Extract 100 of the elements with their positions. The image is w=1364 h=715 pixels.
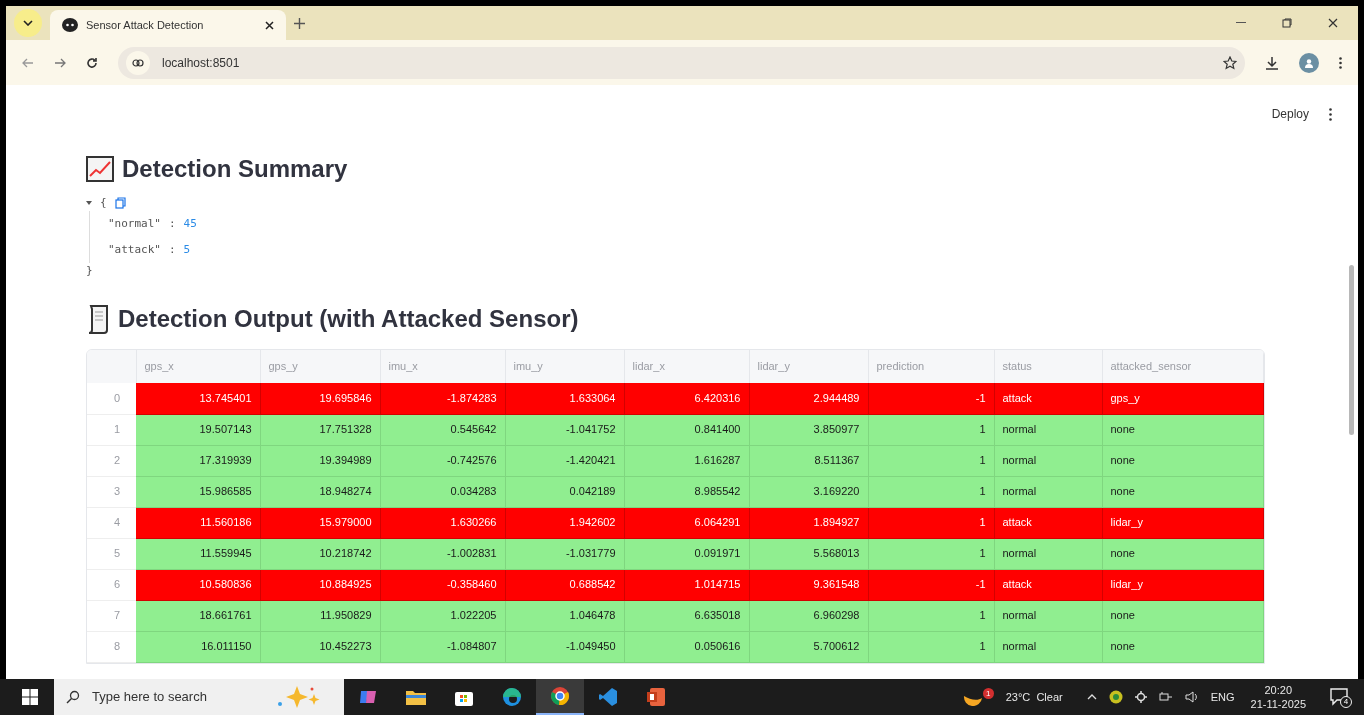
notification-center-icon[interactable]	[1330, 688, 1350, 706]
site-info-icon[interactable]	[132, 57, 144, 68]
table-cell: normal	[994, 476, 1102, 507]
tab-search-button[interactable]	[14, 9, 42, 37]
deploy-button[interactable]: Deploy	[1271, 105, 1309, 123]
copy-icon[interactable]	[114, 197, 126, 209]
close-icon[interactable]	[265, 20, 274, 30]
code-editor-icon[interactable]	[598, 687, 618, 707]
network-icon[interactable]	[1158, 691, 1173, 703]
table-cell: 1.616287	[624, 445, 749, 476]
table-cell: 1	[868, 600, 994, 631]
more-options-icon[interactable]	[1339, 56, 1342, 69]
table-cell: 1.014715	[624, 569, 749, 600]
windows-start-icon[interactable]	[22, 689, 38, 705]
table-cell: -0.742576	[380, 445, 505, 476]
chrome-icon[interactable]	[550, 686, 570, 706]
status-dot-icon[interactable]	[1108, 690, 1123, 704]
table-cell: 6.635018	[624, 600, 749, 631]
json-value: 45	[183, 215, 197, 232]
table-cell: 3.850977	[749, 414, 868, 445]
row-index: 0	[87, 383, 136, 414]
chevron-up-icon[interactable]	[1086, 694, 1097, 700]
notification-count: 4	[1340, 696, 1352, 708]
chart-increasing-icon	[86, 156, 114, 182]
table-cell: lidar_y	[1102, 569, 1264, 600]
row-index: 4	[87, 507, 136, 538]
clock[interactable]: 20:20 21-11-2025	[1246, 683, 1310, 711]
star-icon[interactable]	[1223, 55, 1237, 70]
profile-avatar[interactable]	[1299, 52, 1319, 73]
table-cell: normal	[994, 414, 1102, 445]
section-heading: Detection Output (with Attacked Sensor)	[118, 304, 579, 334]
row-index: 8	[87, 631, 136, 662]
table-cell: 0.841400	[624, 414, 749, 445]
table-cell: normal	[994, 600, 1102, 631]
table-cell: normal	[994, 631, 1102, 662]
table-cell: normal	[994, 445, 1102, 476]
table-cell: 0.034283	[380, 476, 505, 507]
clock-date: 21-11-2025	[1250, 697, 1306, 711]
table-cell: 19.507143	[136, 414, 260, 445]
download-icon[interactable]	[1265, 55, 1279, 70]
table-cell: 6.420316	[624, 383, 749, 414]
json-brace: {	[100, 194, 107, 211]
search-icon	[66, 690, 80, 704]
table-cell: 17.319939	[136, 445, 260, 476]
speaker-icon[interactable]	[1184, 691, 1199, 703]
weather-text[interactable]: 23°C Clear	[1005, 688, 1063, 706]
more-options-icon[interactable]	[1329, 107, 1332, 121]
table-cell: attack	[994, 383, 1102, 414]
json-value: 5	[183, 241, 191, 258]
table-cell: 1	[868, 476, 994, 507]
table-cell: 10.452273	[260, 631, 380, 662]
table-cell: 9.361548	[749, 569, 868, 600]
forward-icon[interactable]	[54, 57, 66, 68]
reload-icon[interactable]	[86, 56, 98, 69]
table-cell: -1.084807	[380, 631, 505, 662]
collapse-caret-icon[interactable]	[86, 201, 92, 205]
taskbar-search-field[interactable]: Type here to search	[54, 679, 344, 715]
table-cell: 5.568013	[749, 538, 868, 569]
address-bar[interactable]: localhost:8501	[118, 46, 1245, 79]
close-icon[interactable]	[1328, 18, 1338, 28]
table-cell: none	[1102, 445, 1264, 476]
folder-icon[interactable]	[406, 689, 426, 705]
browser-icon[interactable]	[502, 687, 522, 707]
table-cell: 0.545642	[380, 414, 505, 445]
table-cell: 11.560186	[136, 507, 260, 538]
table-cell: 1	[868, 631, 994, 662]
table-cell: 0.091971	[624, 538, 749, 569]
table-cell: 1	[868, 414, 994, 445]
minimize-icon[interactable]	[1236, 22, 1246, 24]
table-cell: 1	[868, 445, 994, 476]
language-indicator[interactable]: ENG	[1210, 688, 1235, 706]
table-cell: -1.420421	[505, 445, 624, 476]
clock-time: 20:20	[1264, 683, 1293, 697]
browser-tab[interactable]: Sensor Attack Detection	[50, 10, 286, 40]
table-cell: 8.511367	[749, 445, 868, 476]
json-brace: }	[86, 264, 93, 277]
table-cell: 18.948274	[260, 476, 380, 507]
json-colon: :	[169, 215, 176, 232]
table-cell: 1	[868, 538, 994, 569]
scrollbar-thumb[interactable]	[1349, 265, 1354, 435]
row-index: 2	[87, 445, 136, 476]
table-cell: 5.700612	[749, 631, 868, 662]
new-tab-icon[interactable]	[294, 17, 305, 29]
table-cell: 10.884925	[260, 569, 380, 600]
table-cell: none	[1102, 414, 1264, 445]
table-cell: none	[1102, 476, 1264, 507]
table-cell: -0.358460	[380, 569, 505, 600]
table-cell: 19.394989	[260, 445, 380, 476]
table-cell: 0.688542	[505, 569, 624, 600]
restore-icon[interactable]	[1282, 18, 1292, 28]
table-cell: 11.950829	[260, 600, 380, 631]
notification-badge: 1	[982, 688, 994, 699]
row-index: 1	[87, 414, 136, 445]
table-cell: 8.985542	[624, 476, 749, 507]
table-cell: 1.630266	[380, 507, 505, 538]
table-cell: 2.944489	[749, 383, 868, 414]
back-icon[interactable]	[22, 57, 34, 68]
presentation-app-icon[interactable]	[646, 687, 666, 707]
table-cell: 1.942602	[505, 507, 624, 538]
table-cell: -1.049450	[505, 631, 624, 662]
